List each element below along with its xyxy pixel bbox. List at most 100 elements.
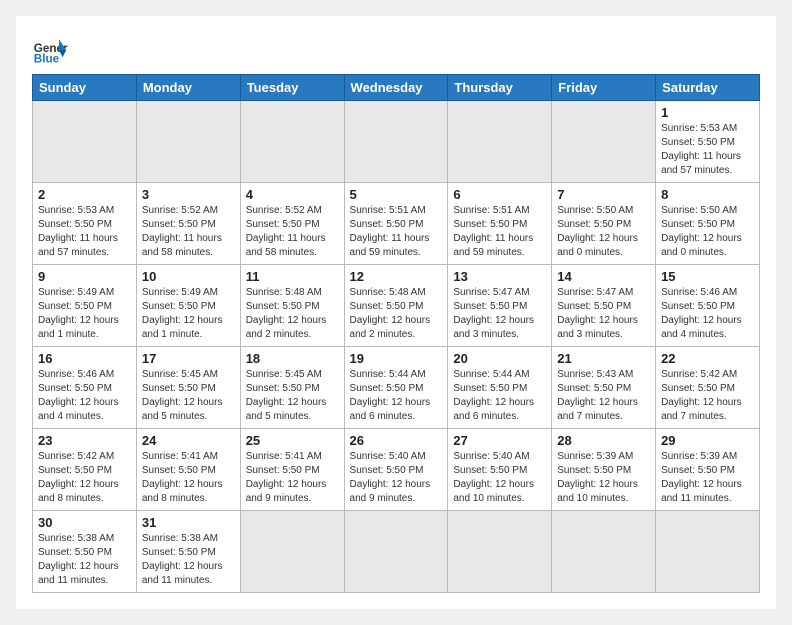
weekday-header-sunday: Sunday: [33, 75, 137, 101]
day-info: Sunrise: 5:45 AMSunset: 5:50 PMDaylight:…: [142, 368, 235, 424]
calendar-table: SundayMondayTuesdayWednesdayThursdayFrid…: [32, 74, 760, 593]
day-number: 8: [661, 187, 754, 202]
calendar-cell: 13 Sunrise: 5:47 AMSunset: 5:50 PMDayligh…: [448, 265, 552, 347]
day-number: 30: [38, 515, 131, 530]
day-info: Sunrise: 5:45 AMSunset: 5:50 PMDaylight:…: [246, 368, 339, 424]
calendar-cell: 9 Sunrise: 5:49 AMSunset: 5:50 PMDaylight…: [33, 265, 137, 347]
day-info: Sunrise: 5:51 AMSunset: 5:50 PMDaylight:…: [453, 204, 546, 260]
calendar-cell: 6 Sunrise: 5:51 AMSunset: 5:50 PMDaylight…: [448, 183, 552, 265]
day-number: 27: [453, 433, 546, 448]
day-info: Sunrise: 5:39 AMSunset: 5:50 PMDaylight:…: [557, 450, 650, 506]
calendar-cell: 7Sunrise: 5:50 AMSunset: 5:50 PMDaylight…: [552, 183, 656, 265]
weekday-header-saturday: Saturday: [656, 75, 760, 101]
day-info: Sunrise: 5:38 AMSunset: 5:50 PMDaylight:…: [142, 532, 235, 588]
weekday-header-friday: Friday: [552, 75, 656, 101]
day-number: 7: [557, 187, 650, 202]
calendar-cell: 3 Sunrise: 5:52 AMSunset: 5:50 PMDaylight…: [136, 183, 240, 265]
day-number: 13: [453, 269, 546, 284]
day-info: Sunrise: 5:46 AMSunset: 5:50 PMDaylight:…: [38, 368, 131, 424]
day-info: Sunrise: 5:39 AMSunset: 5:50 PMDaylight:…: [661, 450, 754, 506]
calendar-cell: 30 Sunrise: 5:38 AMSunset: 5:50 PMDayligh…: [33, 511, 137, 593]
calendar-cell: 5Sunrise: 5:51 AMSunset: 5:50 PMDaylight…: [344, 183, 448, 265]
calendar-cell: [552, 511, 656, 593]
calendar-week-row: 23Sunrise: 5:42 AMSunset: 5:50 PMDayligh…: [33, 429, 760, 511]
day-number: 16: [38, 351, 131, 366]
calendar-cell: [448, 511, 552, 593]
calendar-cell: 26Sunrise: 5:40 AMSunset: 5:50 PMDayligh…: [344, 429, 448, 511]
day-number: 1: [661, 105, 754, 120]
day-info: Sunrise: 5:41 AMSunset: 5:50 PMDaylight:…: [246, 450, 339, 506]
calendar-cell: 1Sunrise: 5:53 AMSunset: 5:50 PMDaylight…: [656, 101, 760, 183]
day-info: Sunrise: 5:48 AMSunset: 5:50 PMDaylight:…: [350, 286, 443, 342]
header: General Blue: [32, 32, 760, 68]
day-number: 28: [557, 433, 650, 448]
day-number: 9: [38, 269, 131, 284]
day-number: 17: [142, 351, 235, 366]
day-number: 6: [453, 187, 546, 202]
day-number: 21: [557, 351, 650, 366]
day-number: 2: [38, 187, 131, 202]
day-number: 22: [661, 351, 754, 366]
day-info: Sunrise: 5:52 AMSunset: 5:50 PMDaylight:…: [142, 204, 235, 260]
calendar-cell: 28 Sunrise: 5:39 AMSunset: 5:50 PMDayligh…: [552, 429, 656, 511]
day-info: Sunrise: 5:43 AMSunset: 5:50 PMDaylight:…: [557, 368, 650, 424]
weekday-header-wednesday: Wednesday: [344, 75, 448, 101]
calendar-cell: 4 Sunrise: 5:52 AMSunset: 5:50 PMDaylight…: [240, 183, 344, 265]
day-info: Sunrise: 5:49 AMSunset: 5:50 PMDaylight:…: [142, 286, 235, 342]
day-info: Sunrise: 5:52 AMSunset: 5:50 PMDaylight:…: [246, 204, 339, 260]
day-number: 12: [350, 269, 443, 284]
day-info: Sunrise: 5:38 AMSunset: 5:50 PMDaylight:…: [38, 532, 131, 588]
day-number: 4: [246, 187, 339, 202]
weekday-header-monday: Monday: [136, 75, 240, 101]
calendar-cell: 18 Sunrise: 5:45 AMSunset: 5:50 PMDayligh…: [240, 347, 344, 429]
calendar-cell: [33, 101, 137, 183]
calendar-cell: 8 Sunrise: 5:50 AMSunset: 5:50 PMDaylight…: [656, 183, 760, 265]
logo-icon: General Blue: [32, 32, 68, 68]
calendar-cell: 14Sunrise: 5:47 AMSunset: 5:50 PMDayligh…: [552, 265, 656, 347]
calendar-cell: [240, 101, 344, 183]
calendar-cell: [344, 511, 448, 593]
day-info: Sunrise: 5:53 AMSunset: 5:50 PMDaylight:…: [38, 204, 131, 260]
calendar-cell: 10 Sunrise: 5:49 AMSunset: 5:50 PMDayligh…: [136, 265, 240, 347]
weekday-header-thursday: Thursday: [448, 75, 552, 101]
calendar-cell: 15 Sunrise: 5:46 AMSunset: 5:50 PMDayligh…: [656, 265, 760, 347]
calendar-cell: 2 Sunrise: 5:53 AMSunset: 5:50 PMDaylight…: [33, 183, 137, 265]
weekday-header-row: SundayMondayTuesdayWednesdayThursdayFrid…: [33, 75, 760, 101]
calendar-cell: 20Sunrise: 5:44 AMSunset: 5:50 PMDayligh…: [448, 347, 552, 429]
day-info: Sunrise: 5:44 AMSunset: 5:50 PMDaylight:…: [453, 368, 546, 424]
day-number: 14: [557, 269, 650, 284]
calendar-cell: 11Sunrise: 5:48 AMSunset: 5:50 PMDayligh…: [240, 265, 344, 347]
day-info: Sunrise: 5:50 AMSunset: 5:50 PMDaylight:…: [661, 204, 754, 260]
calendar-cell: 24Sunrise: 5:41 AMSunset: 5:50 PMDayligh…: [136, 429, 240, 511]
day-info: Sunrise: 5:44 AMSunset: 5:50 PMDaylight:…: [350, 368, 443, 424]
day-number: 29: [661, 433, 754, 448]
day-number: 31: [142, 515, 235, 530]
day-number: 19: [350, 351, 443, 366]
calendar-week-row: 30 Sunrise: 5:38 AMSunset: 5:50 PMDayligh…: [33, 511, 760, 593]
calendar-cell: 17 Sunrise: 5:45 AMSunset: 5:50 PMDayligh…: [136, 347, 240, 429]
day-info: Sunrise: 5:49 AMSunset: 5:50 PMDaylight:…: [38, 286, 131, 342]
day-number: 10: [142, 269, 235, 284]
svg-text:Blue: Blue: [34, 53, 60, 66]
calendar-cell: [136, 101, 240, 183]
calendar-cell: 25 Sunrise: 5:41 AMSunset: 5:50 PMDayligh…: [240, 429, 344, 511]
day-info: Sunrise: 5:46 AMSunset: 5:50 PMDaylight:…: [661, 286, 754, 342]
day-number: 15: [661, 269, 754, 284]
calendar-page: General Blue SundayMondayTuesdayWednesda…: [16, 16, 776, 609]
day-number: 5: [350, 187, 443, 202]
calendar-cell: 27Sunrise: 5:40 AMSunset: 5:50 PMDayligh…: [448, 429, 552, 511]
day-info: Sunrise: 5:47 AMSunset: 5:50 PMDaylight:…: [453, 286, 546, 342]
calendar-cell: 12 Sunrise: 5:48 AMSunset: 5:50 PMDayligh…: [344, 265, 448, 347]
day-number: 3: [142, 187, 235, 202]
logo: General Blue: [32, 32, 68, 68]
calendar-cell: 16 Sunrise: 5:46 AMSunset: 5:50 PMDayligh…: [33, 347, 137, 429]
calendar-cell: 23Sunrise: 5:42 AMSunset: 5:50 PMDayligh…: [33, 429, 137, 511]
day-number: 18: [246, 351, 339, 366]
calendar-cell: 22Sunrise: 5:42 AMSunset: 5:50 PMDayligh…: [656, 347, 760, 429]
calendar-week-row: 1Sunrise: 5:53 AMSunset: 5:50 PMDaylight…: [33, 101, 760, 183]
calendar-cell: [344, 101, 448, 183]
calendar-cell: 31 Sunrise: 5:38 AMSunset: 5:50 PMDayligh…: [136, 511, 240, 593]
calendar-cell: 19 Sunrise: 5:44 AMSunset: 5:50 PMDayligh…: [344, 347, 448, 429]
day-number: 25: [246, 433, 339, 448]
calendar-week-row: 16 Sunrise: 5:46 AMSunset: 5:50 PMDayligh…: [33, 347, 760, 429]
